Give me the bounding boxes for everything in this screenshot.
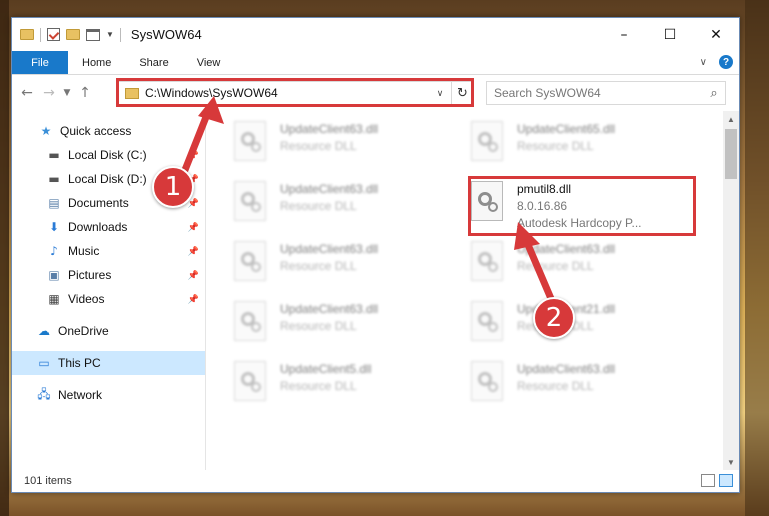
search-box[interactable]: ⌕: [486, 81, 726, 105]
nav-item-this-pc[interactable]: ▭ This PC: [12, 351, 205, 375]
address-row: ← → ▼ ↑ C:\Windows\SysWOW64 ∨ ↻ ⌕: [12, 75, 739, 111]
separator: [40, 27, 41, 42]
nav-item-videos[interactable]: ▦ Videos 📌: [12, 287, 205, 311]
recent-locations-icon[interactable]: ▼: [60, 88, 74, 98]
maximize-button[interactable]: ☐: [647, 18, 693, 51]
drive-icon: ▬: [48, 148, 60, 162]
chevron-down-icon[interactable]: ▼: [106, 30, 114, 39]
dll-file-icon: [234, 301, 266, 341]
status-bar: 101 items: [12, 470, 739, 492]
pin-icon[interactable]: 📌: [188, 246, 199, 257]
list-item[interactable]: UpdateClient63.dll Resource DLL: [471, 359, 701, 409]
pictures-icon: ▣: [48, 268, 60, 282]
view-switcher: [701, 474, 733, 487]
ribbon-tabs: File Home Share View ∨ ?: [12, 51, 739, 75]
dll-file-icon: [234, 241, 266, 281]
folder-icon[interactable]: [20, 29, 34, 40]
list-item[interactable]: UpdateClient63.dll Resource DLL: [234, 179, 464, 229]
download-icon: ⬇: [48, 220, 60, 234]
quick-access-toolbar: ▼: [12, 27, 121, 42]
back-arrow-icon[interactable]: ←: [16, 85, 38, 101]
dll-file-icon: [471, 301, 503, 341]
dll-file-icon: [234, 181, 266, 221]
help-icon[interactable]: ?: [719, 55, 733, 69]
cloud-icon: ☁: [38, 324, 50, 338]
nav-item-music[interactable]: ♪ Music 📌: [12, 239, 205, 263]
step-badge-1: 1: [152, 166, 194, 208]
forward-arrow-icon[interactable]: →: [38, 85, 60, 101]
pin-icon[interactable]: 📌: [188, 270, 199, 281]
ribbon-right: ∨ ?: [700, 55, 733, 69]
vertical-scrollbar[interactable]: ▲ ▼: [723, 111, 739, 470]
dll-file-icon: [234, 121, 266, 161]
drive-icon: ▬: [48, 172, 60, 186]
nav-item-quick-access[interactable]: ★ Quick access: [12, 119, 205, 143]
new-folder-icon[interactable]: [66, 29, 80, 40]
nav-item-local-disk-c[interactable]: ▬ Local Disk (C:) 📌: [12, 143, 205, 167]
dll-file-icon: [471, 121, 503, 161]
background-tree: [745, 0, 769, 516]
expand-ribbon-icon[interactable]: ∨: [700, 57, 707, 68]
address-highlight-box: [116, 78, 474, 107]
tab-home[interactable]: Home: [68, 51, 125, 74]
file-list: UpdateClient63.dll Resource DLL UpdateCli…: [206, 111, 739, 470]
list-item[interactable]: UpdateClient63.dll Resource DLL: [471, 239, 701, 289]
search-input[interactable]: [494, 86, 703, 100]
pin-icon[interactable]: 📌: [188, 150, 199, 161]
network-icon: 🖧: [37, 386, 51, 401]
videos-icon: ▦: [48, 292, 60, 306]
nav-item-pictures[interactable]: ▣ Pictures 📌: [12, 263, 205, 287]
title-bar: ▼ SysWOW64 – ☐ ✕: [12, 18, 739, 51]
pin-icon[interactable]: 📌: [188, 294, 199, 305]
dll-file-icon: [234, 361, 266, 401]
main-body: ★ Quick access ▬ Local Disk (C:) 📌 ▬ Loc…: [12, 111, 739, 470]
list-item[interactable]: UpdateClient5.dll Resource DLL: [234, 359, 464, 409]
navigation-pane: ★ Quick access ▬ Local Disk (C:) 📌 ▬ Loc…: [12, 111, 206, 470]
dll-file-icon: [471, 361, 503, 401]
dll-file-icon: [471, 241, 503, 281]
tab-file[interactable]: File: [12, 51, 68, 74]
explorer-window: ▼ SysWOW64 – ☐ ✕ File Home Share View ∨ …: [11, 17, 740, 493]
up-arrow-icon[interactable]: ↑: [74, 85, 96, 101]
properties-check-icon[interactable]: [47, 28, 60, 41]
star-icon: ★: [40, 124, 52, 138]
nav-item-downloads[interactable]: ⬇ Downloads 📌: [12, 215, 205, 239]
search-icon[interactable]: ⌕: [703, 86, 725, 101]
list-item[interactable]: UpdateClient63.dll Resource DLL: [234, 299, 464, 349]
music-icon: ♪: [50, 244, 58, 258]
list-item[interactable]: UpdateClient63.dll Resource DLL: [234, 119, 464, 169]
scroll-up-icon[interactable]: ▲: [723, 111, 739, 127]
list-item[interactable]: UpdateClient65.dll Resource DLL: [471, 119, 701, 169]
close-button[interactable]: ✕: [693, 18, 739, 51]
tab-view[interactable]: View: [183, 51, 235, 74]
nav-item-network[interactable]: 🖧 Network: [12, 383, 205, 407]
item-count: 101 items: [24, 475, 72, 487]
list-item[interactable]: UpdateClient63.dll Resource DLL: [234, 239, 464, 289]
tiles-view-icon[interactable]: [719, 474, 733, 487]
window-controls: – ☐ ✕: [601, 18, 739, 51]
window-title: SysWOW64: [130, 27, 202, 42]
step-badge-2: 2: [533, 297, 575, 339]
tab-share[interactable]: Share: [125, 51, 182, 74]
background-tree: [0, 0, 9, 516]
scroll-down-icon[interactable]: ▼: [723, 454, 739, 470]
pc-icon: ▭: [38, 356, 50, 370]
nav-item-onedrive[interactable]: ☁ OneDrive: [12, 319, 205, 343]
list-item[interactable]: UpdateClient21.dllResource DLL: [471, 299, 701, 349]
customize-icon[interactable]: [86, 28, 100, 41]
minimize-button[interactable]: –: [601, 18, 647, 51]
separator: [119, 27, 121, 42]
pin-icon[interactable]: 📌: [188, 222, 199, 233]
scroll-thumb[interactable]: [725, 129, 737, 179]
file-highlight-box: [468, 176, 696, 236]
details-view-icon[interactable]: [701, 474, 715, 487]
documents-icon: ▤: [48, 196, 60, 210]
